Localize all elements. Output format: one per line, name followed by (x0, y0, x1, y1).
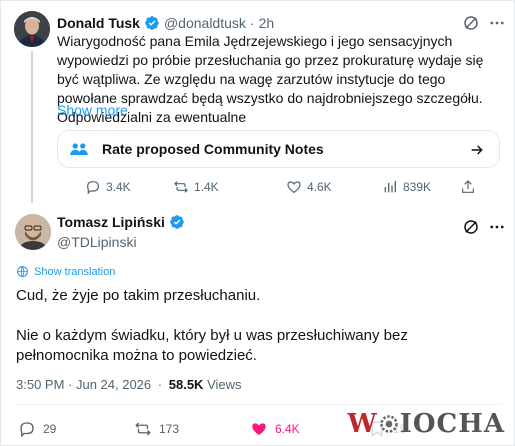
share-button[interactable] (460, 178, 481, 196)
translate-icon (17, 266, 28, 278)
reply-count: 29 (43, 422, 57, 436)
wiocha-watermark: W IOCHA (344, 409, 508, 439)
tweet2-meta: 3:50 PM · Jun 24, 2026 · 58.5K Views (16, 377, 242, 392)
more-options-icon[interactable] (488, 14, 506, 32)
dot-separator: · (249, 15, 255, 31)
author-handle[interactable]: @TDLipinski (57, 234, 137, 250)
repost-icon (174, 181, 188, 193)
like-button[interactable]: 4.6K (286, 178, 332, 196)
reply-icon (20, 422, 34, 438)
reply-count: 3.4K (106, 180, 131, 194)
tweet1-header: Donald Tusk @donaldtusk · 2h (57, 13, 274, 33)
repost-count: 1.4K (194, 180, 219, 194)
like-count: 4.6K (307, 180, 332, 194)
community-notes-card[interactable]: Rate proposed Community Notes (57, 130, 500, 168)
thread-connector-line (31, 51, 33, 203)
dot-separator: · (157, 377, 163, 392)
views-count: 839K (403, 180, 432, 194)
more-options-icon[interactable] (488, 218, 506, 236)
verified-badge-icon (145, 16, 159, 30)
tweet2-author: Tomasz Lipiński (57, 214, 189, 230)
repost-button[interactable]: 1.4K (173, 178, 219, 196)
grok-icon[interactable] (462, 14, 480, 32)
views-count: 58.5K (168, 377, 204, 392)
tweet-timestamp[interactable]: 3:50 PM · Jun 24, 2026 (16, 377, 151, 392)
like-button[interactable]: 6.4K (250, 420, 300, 438)
arrow-right-icon (471, 145, 483, 155)
tweet2-paragraph-1: Cud, że żyje po takim przesłuchaniu. (16, 287, 261, 304)
watermark-text: IOCHA (399, 409, 505, 439)
grok-icon[interactable] (462, 218, 480, 236)
watermark-letter: W (347, 409, 378, 439)
like-icon (252, 423, 266, 435)
repost-icon (135, 422, 151, 436)
reply-icon (87, 181, 99, 195)
author-handle[interactable]: @donaldtusk (164, 15, 246, 31)
like-count: 6.4K (275, 422, 300, 436)
community-notes-label: Rate proposed Community Notes (102, 141, 324, 157)
reply-button[interactable]: 3.4K (85, 178, 131, 196)
tweet-time[interactable]: 2h (259, 15, 275, 31)
tweet2-paragraph-2: Nie o każdym świadku, który był u was pr… (16, 327, 408, 364)
tweet2-text: Cud, że żyje po takim przesłuchaniu. Nie… (16, 286, 496, 366)
repost-count: 173 (159, 422, 180, 436)
show-more-link[interactable]: Show more (57, 102, 128, 118)
views-label: Views (207, 377, 242, 392)
verified-badge-icon (170, 215, 184, 229)
show-translation-link[interactable]: Show translation (16, 265, 115, 278)
author-name[interactable]: Tomasz Lipiński (57, 214, 165, 230)
avatar-tomasz-lipinski[interactable] (15, 214, 51, 250)
tweet1-actions: 3.4K 1.4K 4.6K 839K (57, 178, 507, 198)
avatar-donald-tusk[interactable] (14, 11, 50, 47)
show-translation-label: Show translation (34, 265, 116, 278)
divider (16, 404, 501, 405)
reply-button[interactable]: 29 (18, 420, 56, 438)
repost-button[interactable]: 173 (134, 420, 179, 438)
views-button[interactable]: 839K (382, 178, 431, 196)
share-icon (462, 180, 474, 193)
views-icon (384, 181, 396, 193)
tweet-thread: Donald Tusk @donaldtusk · 2h Wiarygodnoś… (0, 0, 515, 446)
like-icon (287, 181, 301, 194)
people-icon (70, 143, 88, 155)
author-name[interactable]: Donald Tusk (57, 15, 140, 31)
gear-icon (380, 415, 398, 433)
